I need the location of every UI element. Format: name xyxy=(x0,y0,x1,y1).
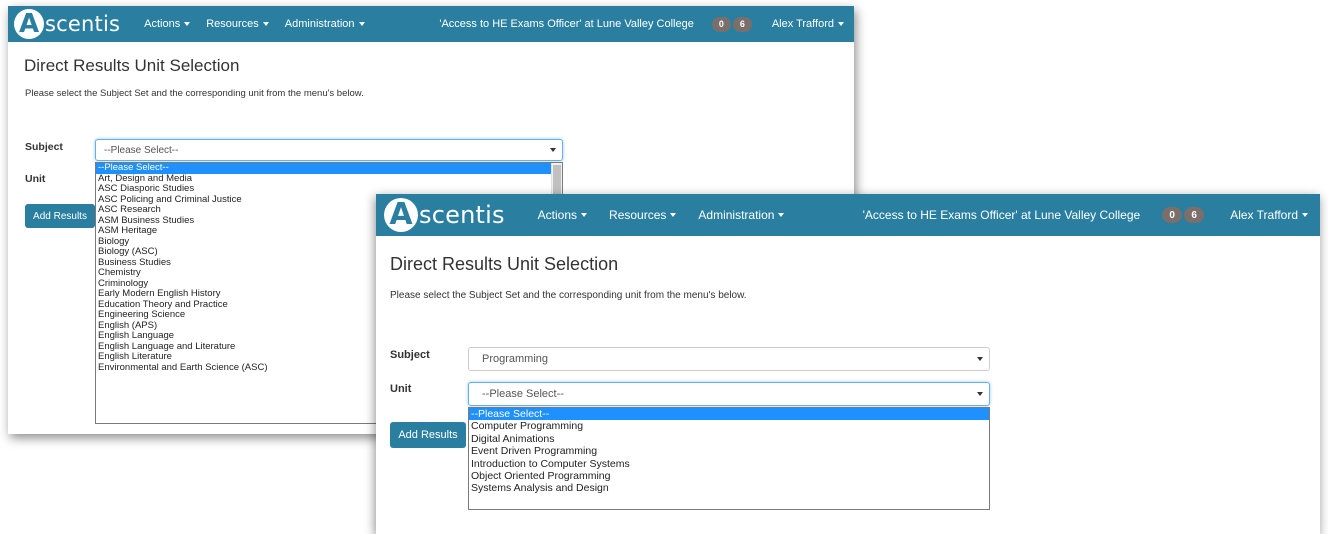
dropdown-option[interactable]: Object Oriented Programming xyxy=(469,470,989,482)
caret-down-icon xyxy=(670,213,677,217)
page-title: Direct Results Unit Selection xyxy=(24,56,240,75)
badge-count-b[interactable]: 6 xyxy=(732,16,752,32)
dropdown-option[interactable]: Event Driven Programming xyxy=(469,445,989,457)
caret-down-icon xyxy=(778,213,785,217)
ascentis-logo[interactable]: A scentis xyxy=(14,9,120,39)
chevron-down-icon xyxy=(550,148,556,152)
badge-count-a[interactable]: 0 xyxy=(1162,207,1183,223)
page-title: Direct Results Unit Selection xyxy=(390,254,619,274)
unit-select[interactable]: --Please Select-- xyxy=(468,382,990,406)
caret-down-icon xyxy=(581,213,588,217)
scrollbar-thumb[interactable] xyxy=(553,165,561,195)
notification-badges[interactable]: 0 6 xyxy=(711,16,754,32)
dropdown-option[interactable]: --Please Select-- xyxy=(469,408,989,421)
dropdown-option[interactable]: ASC Diasporic Studies xyxy=(96,183,562,195)
page-description: Please select the Subject Set and the co… xyxy=(25,88,364,99)
caret-down-icon xyxy=(1302,213,1308,217)
user-menu[interactable]: Alex Trafford xyxy=(772,18,844,30)
logo-mark: A xyxy=(14,9,44,39)
nav-resources[interactable]: Resources xyxy=(609,208,677,222)
unit-label: Unit xyxy=(390,383,412,395)
current-role[interactable]: 'Access to HE Exams Officer' at Lune Val… xyxy=(863,208,1141,222)
caret-down-icon xyxy=(838,22,844,26)
caret-down-icon xyxy=(358,22,365,26)
window-unit-selection: A scentis Actions Resources Administrati… xyxy=(376,194,1320,534)
dropdown-option[interactable]: --Please Select-- xyxy=(96,163,562,174)
navbar: A scentis Actions Resources Administrati… xyxy=(8,6,854,42)
nav-administration[interactable]: Administration xyxy=(285,18,365,30)
add-results-button[interactable]: Add Results xyxy=(390,422,466,448)
page-description: Please select the Subject Set and the co… xyxy=(390,290,747,301)
chevron-down-icon xyxy=(977,357,983,361)
subject-label: Subject xyxy=(390,349,430,361)
dropdown-option[interactable]: Systems Analysis and Design xyxy=(469,482,989,494)
nav-actions[interactable]: Actions xyxy=(538,208,588,222)
ascentis-logo[interactable]: A scentis xyxy=(384,198,505,232)
notification-badges[interactable]: 0 6 xyxy=(1162,207,1206,223)
user-menu[interactable]: Alex Trafford xyxy=(1230,208,1308,222)
unit-label: Unit xyxy=(25,173,46,185)
caret-down-icon xyxy=(262,22,269,26)
logo-mark: A xyxy=(384,198,418,232)
nav-resources[interactable]: Resources xyxy=(206,18,269,30)
nav-administration[interactable]: Administration xyxy=(698,208,785,222)
subject-select[interactable]: Programming xyxy=(468,347,990,371)
dropdown-option[interactable]: Computer Programming xyxy=(469,420,989,432)
unit-dropdown-list[interactable]: --Please Select-- Computer Programming Dig… xyxy=(468,407,990,510)
nav-actions[interactable]: Actions xyxy=(144,18,191,30)
subject-select[interactable]: --Please Select-- xyxy=(95,139,563,161)
add-results-button[interactable]: Add Results xyxy=(25,204,95,228)
caret-down-icon xyxy=(184,22,191,26)
dropdown-option[interactable]: Digital Animations xyxy=(469,433,989,445)
navbar: A scentis Actions Resources Administrati… xyxy=(376,194,1320,236)
badge-count-a[interactable]: 0 xyxy=(711,16,731,32)
dropdown-option[interactable]: Introduction to Computer Systems xyxy=(469,458,989,470)
current-role[interactable]: 'Access to HE Exams Officer' at Lune Val… xyxy=(439,18,693,30)
chevron-down-icon xyxy=(977,392,983,396)
subject-label: Subject xyxy=(25,141,63,153)
badge-count-b[interactable]: 6 xyxy=(1184,207,1205,223)
